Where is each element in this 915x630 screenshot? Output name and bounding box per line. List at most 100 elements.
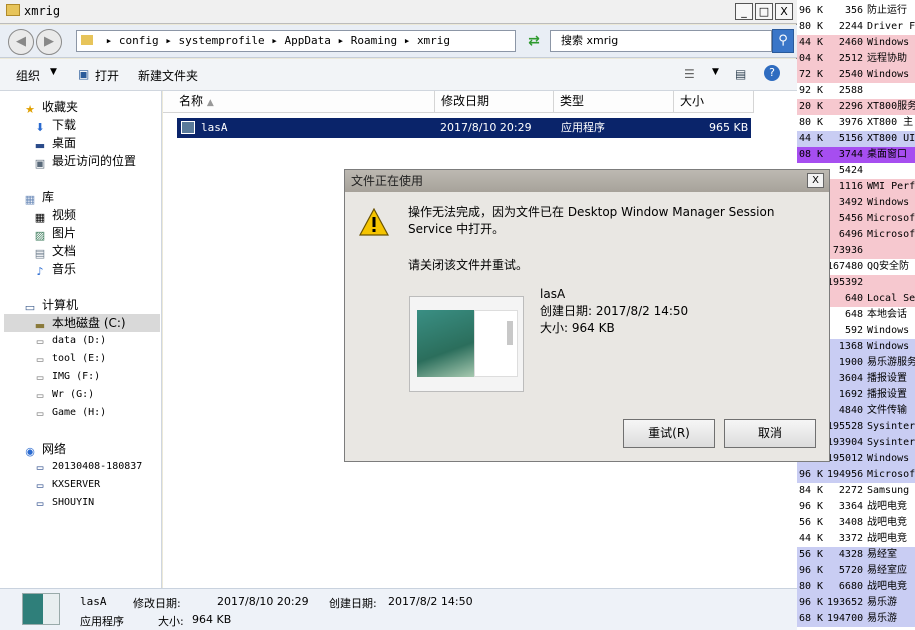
process-name: 易经室 <box>867 549 897 560</box>
process-pid: 2296 <box>838 101 863 112</box>
process-pid: 73936 <box>832 245 863 256</box>
process-row[interactable]: 44 K 2460 Windows <box>797 35 915 51</box>
process-mem: 56 K <box>799 549 824 560</box>
process-row[interactable]: 84 K 2272 Samsung <box>797 483 915 499</box>
search-icon[interactable]: ⚲ <box>772 29 794 53</box>
document-icon: ▤ <box>34 247 46 260</box>
process-row[interactable]: 44 K 3372 战吧电竞 <box>797 531 915 547</box>
process-name: 播报设置 <box>867 373 907 384</box>
process-row[interactable]: 72 K 2540 Windows <box>797 67 915 83</box>
process-mem: 96 K <box>799 597 824 608</box>
process-row[interactable]: 56 K 3408 战吧电竞 <box>797 515 915 531</box>
breadcrumb-item[interactable]: config <box>119 34 159 47</box>
help-icon[interactable]: ? <box>764 65 780 81</box>
address-sep: ▸ <box>403 34 411 47</box>
process-pid: 6680 <box>838 581 863 592</box>
process-name: 桌面窗口 <box>867 149 907 160</box>
process-row[interactable]: 96 K 356 防止运行 <box>797 3 915 19</box>
process-row[interactable]: 80 K 2244 Driver F <box>797 19 915 35</box>
cancel-button[interactable]: 取消 <box>724 419 816 448</box>
process-pid: 640 <box>844 293 863 304</box>
file-in-use-dialog: 文件正在使用 X 操作无法完成，因为文件已在 Desktop Window Ma… <box>344 169 830 462</box>
process-name: 防止运行 <box>867 5 907 16</box>
star-icon: ★ <box>25 103 35 116</box>
command-bar: 组织 ▼ ▣ 打开 新建文件夹 ☰ ▼ ▤ ? <box>0 59 797 91</box>
file-modified: 2017/8/10 20:29 <box>440 121 532 134</box>
file-thumbnail <box>22 593 60 625</box>
process-pid: 2588 <box>838 85 863 96</box>
process-pid: 194956 <box>827 469 864 480</box>
open-icon[interactable]: ▣ <box>78 67 89 81</box>
process-mem: 68 K <box>799 613 824 624</box>
process-name: 文件传输 <box>867 405 907 416</box>
process-pid: 3744 <box>838 149 863 160</box>
nav-label: 收藏夹 <box>42 100 79 114</box>
breadcrumb-item[interactable]: xmrig <box>417 34 450 47</box>
process-row[interactable]: 96 K 193652 易乐游 <box>797 595 915 611</box>
table-row[interactable]: lasA 2017/8/10 20:29 应用程序 965 KB <box>177 118 751 138</box>
process-name: Microsof <box>867 213 915 224</box>
column-header-name[interactable]: 名称 ▲ <box>163 91 435 113</box>
process-row[interactable]: 56 K 4328 易经室 <box>797 547 915 563</box>
nav-drive-c[interactable]: ▬ 本地磁盘 (C:) <box>4 314 160 332</box>
address-field[interactable]: ▸ config ▸ systemprofile ▸ AppData ▸ Roa… <box>76 30 516 52</box>
process-pid: 648 <box>844 309 863 320</box>
open-button[interactable]: 打开 <box>95 67 119 84</box>
dialog-close-button[interactable]: X <box>807 173 824 188</box>
process-row[interactable]: 80 K 3976 XT800 主 <box>797 115 915 131</box>
folder-icon <box>6 4 20 16</box>
column-header-type[interactable]: 类型 <box>554 91 674 113</box>
process-pid: 195392 <box>827 277 864 288</box>
column-header-size[interactable]: 大小 <box>674 91 754 113</box>
process-row[interactable]: 68 K 194700 易乐游 <box>797 611 915 627</box>
close-button[interactable]: X <box>775 3 793 20</box>
process-row[interactable]: 08 K 3744 桌面窗口 <box>797 147 915 163</box>
nav-network[interactable]: ◉ 网络 <box>22 440 182 458</box>
dialog-instruction: 请关闭该文件并重试。 <box>408 258 529 272</box>
nav-label: Wr (G:) <box>52 389 95 400</box>
details-type: 应用程序 <box>80 615 124 628</box>
column-header-modified[interactable]: 修改日期 <box>435 91 554 113</box>
chevron-down-icon[interactable]: ▼ <box>712 67 719 77</box>
nav-favorites[interactable]: ★ 收藏夹 <box>22 98 182 116</box>
process-name: 战吧电竞 <box>867 581 907 592</box>
nav-label: 网络 <box>42 442 67 456</box>
minimize-button[interactable]: _ <box>735 3 753 20</box>
search-input[interactable]: 搜索 xmrig <box>550 30 772 52</box>
breadcrumb-item[interactable]: systemprofile <box>179 34 265 47</box>
organize-button[interactable]: 组织 <box>16 67 40 84</box>
column-label: 名称 <box>179 94 204 108</box>
view-icon[interactable]: ☰ <box>684 67 695 81</box>
process-row[interactable]: 96 K 3364 战吧电竞 <box>797 499 915 515</box>
preview-pane-icon[interactable]: ▤ <box>735 67 746 81</box>
details-modified-label: 修改日期: <box>133 597 181 610</box>
computer-icon: ▭ <box>36 479 44 492</box>
new-folder-button[interactable]: 新建文件夹 <box>138 67 198 84</box>
refresh-icon[interactable]: ⇄ <box>524 33 544 49</box>
forward-button[interactable]: ▶ <box>36 29 62 55</box>
process-row[interactable]: 96 K 5720 易经室应 <box>797 563 915 579</box>
process-name: 播报设置 <box>867 389 907 400</box>
process-row[interactable]: 80 K 6680 战吧电竞 <box>797 579 915 595</box>
drive-icon: ▭ <box>36 389 44 402</box>
breadcrumb-item[interactable]: Roaming <box>351 34 397 47</box>
back-button[interactable]: ◀ <box>8 29 34 55</box>
process-pid: 6496 <box>838 229 863 240</box>
process-row[interactable]: 44 K 5156 XT800 UI <box>797 131 915 147</box>
recent-places-icon: ▣ <box>34 157 46 170</box>
drive-icon: ▭ <box>36 353 44 366</box>
retry-button[interactable]: 重试(R) <box>623 419 715 448</box>
process-name: WMI Perf <box>867 181 915 192</box>
nav-computer[interactable]: ▭ 计算机 <box>22 296 182 314</box>
process-mem: 44 K <box>799 533 824 544</box>
maximize-button[interactable]: □ <box>755 3 773 20</box>
process-mem: 80 K <box>799 581 824 592</box>
nav-libraries[interactable]: ▦ 库 <box>22 188 182 206</box>
process-row[interactable]: 96 K 194956 Microsof <box>797 467 915 483</box>
chevron-down-icon[interactable]: ▼ <box>50 67 57 77</box>
process-row[interactable]: 04 K 2512 远程协助 <box>797 51 915 67</box>
window-title: xmrig <box>24 4 61 18</box>
process-row[interactable]: 92 K 2588 <box>797 83 915 99</box>
breadcrumb-item[interactable]: AppData <box>284 34 330 47</box>
process-row[interactable]: 20 K 2296 XT800服务 <box>797 99 915 115</box>
